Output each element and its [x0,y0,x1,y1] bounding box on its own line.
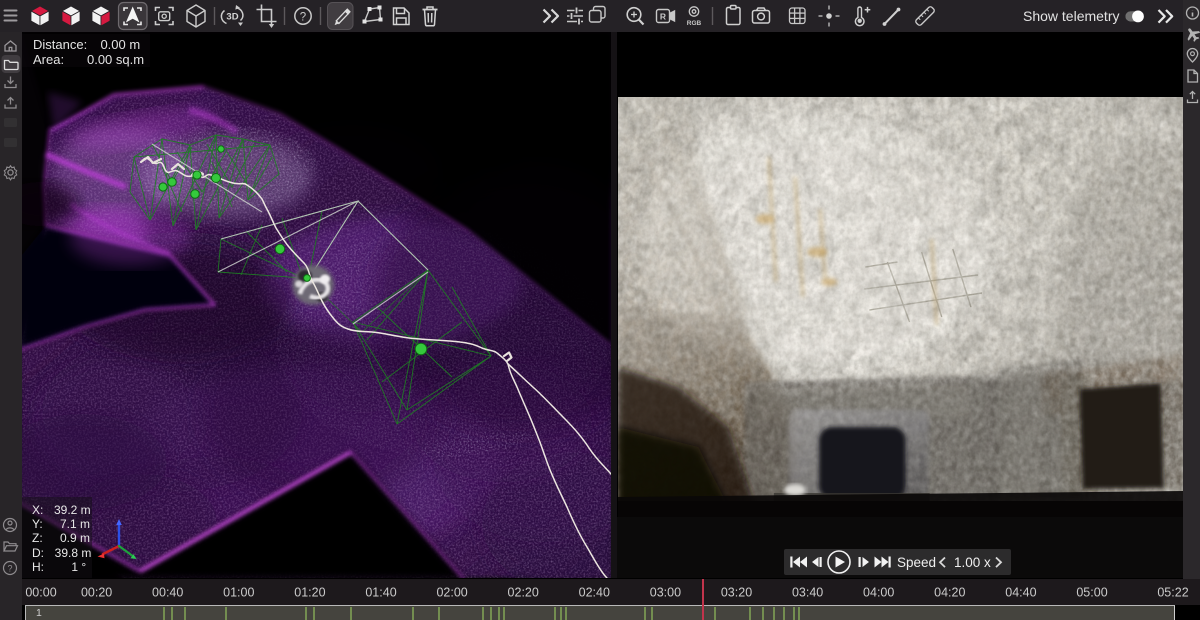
svg-text:04:40: 04:40 [1005,586,1036,600]
svg-text:03:40: 03:40 [792,586,823,600]
svg-text:05:22: 05:22 [1157,586,1188,600]
svg-text:03:00: 03:00 [650,586,681,600]
svg-text:00:00: 00:00 [25,586,56,600]
svg-text:1: 1 [36,607,42,619]
svg-text:3D: 3D [226,12,238,23]
svg-text:RGB: RGB [687,20,702,27]
svg-text:01:40: 01:40 [365,586,396,600]
svg-text:03:20: 03:20 [721,586,752,600]
svg-text:R: R [660,12,666,22]
svg-text:00:40: 00:40 [152,586,183,600]
svg-text:Speed: Speed [897,555,936,570]
svg-text:02:00: 02:00 [436,586,467,600]
svg-text:?: ? [300,11,306,23]
svg-text:01:00: 01:00 [223,586,254,600]
svg-text:01:20: 01:20 [294,586,325,600]
svg-text:02:40: 02:40 [579,586,610,600]
svg-text:?: ? [7,564,12,574]
svg-text:02:20: 02:20 [508,586,539,600]
svg-text:04:00: 04:00 [863,586,894,600]
svg-text:04:20: 04:20 [934,586,965,600]
svg-text:05:00: 05:00 [1076,586,1107,600]
svg-text:1.00 x: 1.00 x [954,555,991,570]
svg-text:Show telemetry: Show telemetry [1023,8,1119,24]
svg-text:00:20: 00:20 [81,586,112,600]
